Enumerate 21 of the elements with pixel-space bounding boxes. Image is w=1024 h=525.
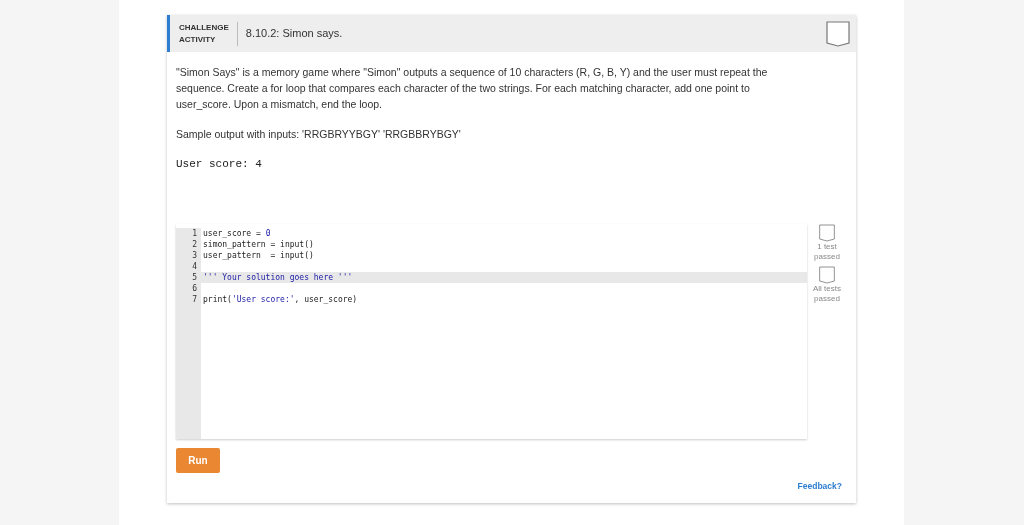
code-line: simon_pattern = input(): [202, 239, 315, 251]
line-number: 3: [176, 250, 201, 262]
test-status-label: All tests passed: [812, 284, 842, 305]
line-number: 1: [176, 228, 201, 240]
line-number: 4: [176, 261, 201, 273]
test-status-label: 1 test passed: [813, 242, 841, 263]
feedback-link[interactable]: Feedback?: [797, 480, 842, 493]
line-number: 6: [176, 283, 201, 295]
activity-title: 8.10.2: Simon says.: [245, 26, 343, 42]
code-line: print('User score:', user_score): [202, 294, 359, 306]
code-line: user_pattern = input(): [202, 250, 315, 262]
line-number: 7: [176, 294, 201, 306]
run-button[interactable]: Run: [176, 448, 220, 474]
instructions-text: "Simon Says" is a memory game where "Simon" outputs a sequence of 10 characters (R, G, B, Y) and the user must repeat the sequence. Create a for loop that compares each character of the two strings. For each matching character, add one point to user_score. Upon a mismatch, end the loop.: [176, 65, 769, 112]
code-editor[interactable]: 1 user_score = 0 2 simon_pattern = input() 3 user_pattern = input() 4 5 ''' Your solution goes here ''' 6 7 print('User score:', user_score): [176, 224, 807, 440]
line-number: 5: [176, 272, 201, 284]
line-number: 2: [176, 239, 201, 251]
sample-output: User score: 4: [176, 156, 263, 172]
sample-label: Sample output with inputs: 'RRGBRYYBGY' 'RRGBBRYBGY': [176, 127, 462, 142]
code-line: user_score = 0: [202, 228, 272, 240]
activity-type-label: CHALLENGE ACTIVITY: [179, 21, 238, 46]
